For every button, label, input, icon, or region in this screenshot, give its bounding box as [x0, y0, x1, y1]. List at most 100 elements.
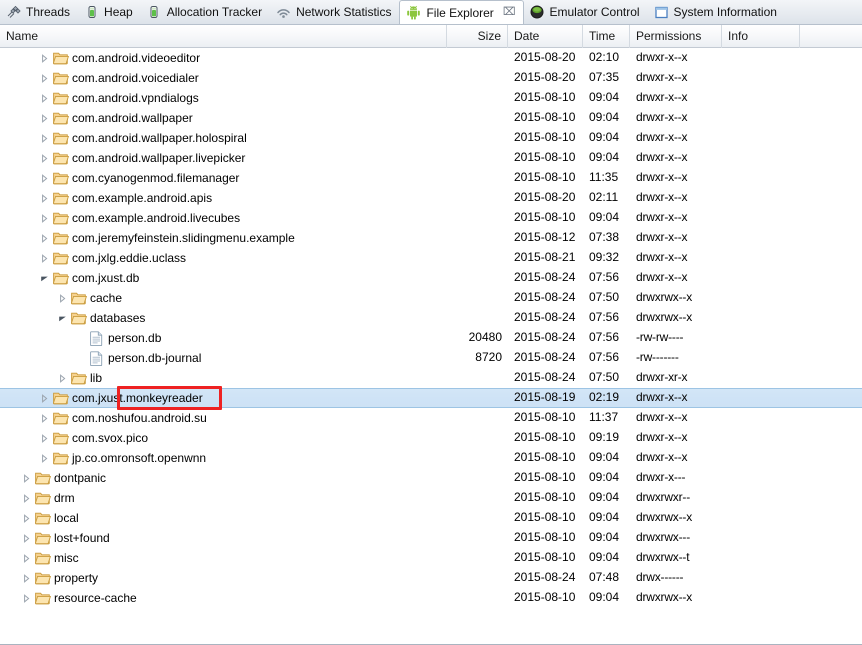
table-row[interactable]: com.android.wallpaper.livepicker 2015-08-…	[0, 148, 862, 168]
file-name-cell[interactable]: lib	[0, 368, 447, 388]
chevron-collapsed-icon[interactable]	[36, 150, 52, 166]
file-name-cell[interactable]: com.android.wallpaper.holospiral	[0, 128, 447, 148]
table-row[interactable]: databases 2015-08-24 07:56 drwxrwx--x	[0, 308, 862, 328]
chevron-collapsed-icon[interactable]	[18, 570, 34, 586]
table-row[interactable]: com.android.wallpaper.holospiral 2015-08-…	[0, 128, 862, 148]
table-row[interactable]: drm 2015-08-10 09:04 drwxrwxr--	[0, 488, 862, 508]
file-name-cell[interactable]: com.android.wallpaper	[0, 108, 447, 128]
file-name-cell[interactable]: com.android.wallpaper.livepicker	[0, 148, 447, 168]
table-row[interactable]: com.cyanogenmod.filemanager 2015-08-10 11:…	[0, 168, 862, 188]
table-row[interactable]: local 2015-08-10 09:04 drwxrwx--x	[0, 508, 862, 528]
chevron-collapsed-icon[interactable]	[36, 90, 52, 106]
file-name-cell[interactable]: property	[0, 568, 447, 588]
tab-close-icon[interactable]: ⌧	[503, 7, 516, 18]
table-row[interactable]: jp.co.omronsoft.openwnn 2015-08-10 09:04 dr…	[0, 448, 862, 468]
table-row[interactable]: com.jxlg.eddie.uclass 2015-08-21 09:32 drwx…	[0, 248, 862, 268]
file-name-cell[interactable]: databases	[0, 308, 447, 328]
chevron-expanded-icon[interactable]	[54, 310, 70, 326]
file-name-cell[interactable]: cache	[0, 288, 447, 308]
file-name-cell[interactable]: jp.co.omronsoft.openwnn	[0, 448, 447, 468]
file-name-cell[interactable]: com.android.videoeditor	[0, 48, 447, 68]
chevron-collapsed-icon[interactable]	[54, 370, 70, 386]
table-row[interactable]: com.jeremyfeinstein.slidingmenu.example 2…	[0, 228, 862, 248]
chevron-collapsed-icon[interactable]	[18, 550, 34, 566]
file-name-cell[interactable]: com.svox.pico	[0, 428, 447, 448]
table-row[interactable]: property 2015-08-24 07:48 drwx------	[0, 568, 862, 588]
chevron-collapsed-icon[interactable]	[18, 490, 34, 506]
chevron-collapsed-icon[interactable]	[36, 390, 52, 406]
chevron-collapsed-icon[interactable]	[18, 530, 34, 546]
chevron-collapsed-icon[interactable]	[36, 430, 52, 446]
tab-file-explorer[interactable]: File Explorer ⌧	[399, 0, 524, 24]
table-row[interactable]: lost+found 2015-08-10 09:04 drwxrwx---	[0, 528, 862, 548]
table-row[interactable]: com.example.android.livecubes 2015-08-10 0…	[0, 208, 862, 228]
chevron-collapsed-icon[interactable]	[36, 450, 52, 466]
table-row[interactable]: com.android.voicedialer 2015-08-20 07:35 dr…	[0, 68, 862, 88]
chevron-collapsed-icon[interactable]	[36, 250, 52, 266]
table-row[interactable]: com.android.videoeditor 2015-08-20 02:10 dr…	[0, 48, 862, 68]
table-row[interactable]: misc 2015-08-10 09:04 drwxrwx--t	[0, 548, 862, 568]
chevron-collapsed-icon[interactable]	[36, 170, 52, 186]
file-name-cell[interactable]: person.db-journal	[0, 348, 447, 368]
chevron-collapsed-icon[interactable]	[18, 590, 34, 606]
chevron-collapsed-icon[interactable]	[36, 190, 52, 206]
table-row[interactable]: lib 2015-08-24 07:50 drwxr-xr-x	[0, 368, 862, 388]
file-name-label: lost+found	[54, 530, 110, 545]
chevron-collapsed-icon[interactable]	[36, 130, 52, 146]
tab-allocation-tracker[interactable]: Allocation Tracker	[141, 0, 270, 24]
chevron-collapsed-icon[interactable]	[36, 110, 52, 126]
table-row[interactable]: com.example.android.apis 2015-08-20 02:11 d…	[0, 188, 862, 208]
chevron-collapsed-icon[interactable]	[36, 70, 52, 86]
table-row[interactable]: com.jxust.db 2015-08-24 07:56 drwxr-x--x	[0, 268, 862, 288]
table-row[interactable]: com.android.vpndialogs 2015-08-10 09:04 drw…	[0, 88, 862, 108]
table-row[interactable]: resource-cache 2015-08-10 09:04 drwxrwx--x	[0, 588, 862, 608]
file-name-cell[interactable]: resource-cache	[0, 588, 447, 608]
column-header-permissions[interactable]: Permissions	[630, 24, 722, 48]
file-name-cell[interactable]: local	[0, 508, 447, 528]
file-name-cell[interactable]: person.db	[0, 328, 447, 348]
file-name-cell[interactable]: com.jxust.db	[0, 268, 447, 288]
file-name-cell[interactable]: dontpanic	[0, 468, 447, 488]
table-row[interactable]: person.db-journal 8720 2015-08-24 07:56 -rw-…	[0, 348, 862, 368]
tab-system-information[interactable]: System Information	[648, 0, 785, 24]
file-explorer-tree[interactable]: com.android.videoeditor 2015-08-20 02:10 dr…	[0, 48, 862, 645]
tab-network-statistics[interactable]: Network Statistics	[270, 0, 399, 24]
table-row[interactable]: com.svox.pico 2015-08-10 09:19 drwxr-x--x	[0, 428, 862, 448]
chevron-collapsed-icon[interactable]	[18, 510, 34, 526]
table-row[interactable]: com.noshufou.android.su 2015-08-10 11:37 dr…	[0, 408, 862, 428]
chevron-collapsed-icon[interactable]	[36, 210, 52, 226]
file-name-cell[interactable]: com.android.voicedialer	[0, 68, 447, 88]
table-row[interactable]: dontpanic 2015-08-10 09:04 drwxr-x---	[0, 468, 862, 488]
table-row[interactable]: cache 2015-08-24 07:50 drwxrwx--x	[0, 288, 862, 308]
column-header-info[interactable]: Info	[722, 24, 800, 48]
table-row[interactable]: com.jxust.monkeyreader 2015-08-19 02:19 drw…	[0, 388, 862, 408]
column-header-time[interactable]: Time	[583, 24, 630, 48]
file-name-cell[interactable]: drm	[0, 488, 447, 508]
file-name-cell[interactable]: com.jxlg.eddie.uclass	[0, 248, 447, 268]
chevron-collapsed-icon[interactable]	[36, 230, 52, 246]
chevron-collapsed-icon[interactable]	[36, 410, 52, 426]
file-name-cell[interactable]: com.noshufou.android.su	[0, 408, 447, 428]
chevron-collapsed-icon[interactable]	[36, 50, 52, 66]
file-name-cell[interactable]: com.cyanogenmod.filemanager	[0, 168, 447, 188]
chevron-expanded-icon[interactable]	[36, 270, 52, 286]
table-row[interactable]: person.db 20480 2015-08-24 07:56 -rw-rw----	[0, 328, 862, 348]
column-header-name[interactable]: Name	[0, 24, 447, 48]
file-date-cell: 2015-08-10	[514, 470, 576, 484]
column-header-date[interactable]: Date	[508, 24, 583, 48]
tab-threads[interactable]: Threads	[0, 0, 78, 24]
column-header-size[interactable]: Size	[447, 24, 508, 48]
chevron-collapsed-icon[interactable]	[54, 290, 70, 306]
tab-heap[interactable]: Heap	[78, 0, 141, 24]
tab-emulator-control[interactable]: Emulator Control	[524, 0, 648, 24]
file-name-cell[interactable]: com.jeremyfeinstein.slidingmenu.example	[0, 228, 447, 248]
table-row[interactable]: com.android.wallpaper 2015-08-10 09:04 drwx…	[0, 108, 862, 128]
file-name-cell[interactable]: com.example.android.apis	[0, 188, 447, 208]
file-name-cell[interactable]: com.example.android.livecubes	[0, 208, 447, 228]
file-name-cell[interactable]: com.jxust.monkeyreader	[0, 388, 447, 408]
file-name-cell[interactable]: misc	[0, 548, 447, 568]
file-name-cell[interactable]: com.android.vpndialogs	[0, 88, 447, 108]
file-name-cell[interactable]: lost+found	[0, 528, 447, 548]
chevron-collapsed-icon[interactable]	[18, 470, 34, 486]
